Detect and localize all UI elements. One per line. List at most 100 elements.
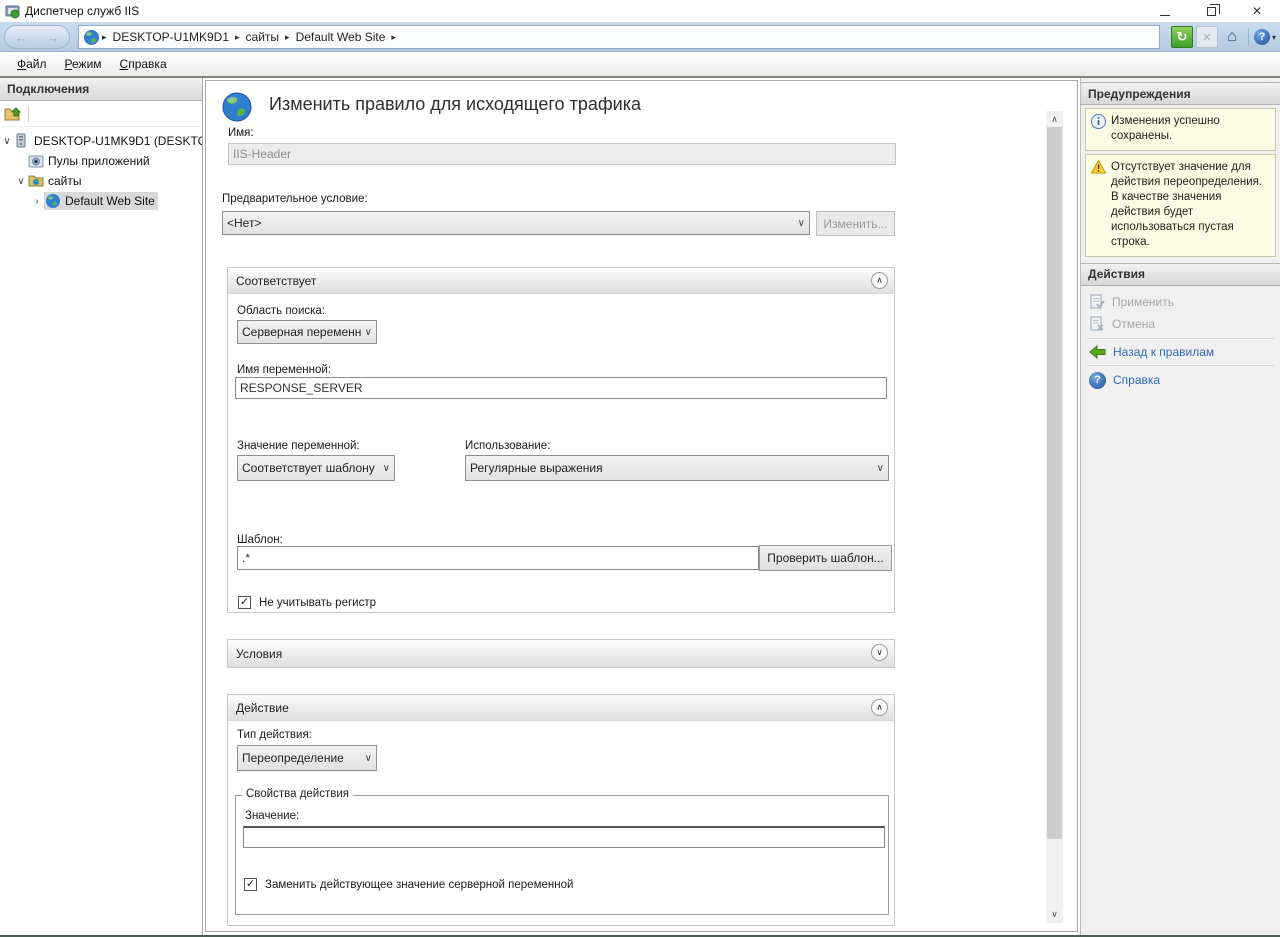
actions-list: Применить Отмена Назад к правилам ? Спра… bbox=[1081, 286, 1280, 392]
action-value-input[interactable] bbox=[243, 826, 885, 848]
main-scrollbar[interactable]: ∧ ∨ bbox=[1046, 111, 1063, 923]
selected-tree-item[interactable]: Default Web Site bbox=[44, 192, 158, 210]
collapse-section-icon[interactable]: ∧ bbox=[871, 699, 888, 716]
back-arrow-icon[interactable]: ← bbox=[15, 31, 28, 44]
scope-value: Серверная переменн bbox=[242, 325, 361, 339]
actions-panel: Предупреждения Изменения успешно сохране… bbox=[1080, 78, 1280, 935]
checkmark-icon: ✓ bbox=[240, 596, 249, 608]
collapse-section-icon[interactable]: ∧ bbox=[871, 272, 888, 289]
divider bbox=[1087, 338, 1274, 339]
connections-header: Подключения bbox=[0, 78, 202, 101]
menu-bar: Файл Режим Справка bbox=[0, 52, 1280, 78]
breadcrumb-server[interactable]: DESKTOP-U1MK9D1 bbox=[113, 30, 229, 44]
action-section-title: Действие bbox=[236, 701, 289, 715]
feature-page: Изменить правило для исходящего трафика … bbox=[205, 80, 1078, 932]
conditions-section-header[interactable]: Условия ∨ bbox=[228, 640, 894, 667]
using-value: Регулярные выражения bbox=[470, 461, 873, 475]
close-button[interactable]: ✕ bbox=[1234, 0, 1280, 22]
connections-toolbar bbox=[0, 101, 202, 127]
menu-file[interactable]: Файл bbox=[8, 54, 56, 74]
tree-item-label: Пулы приложений bbox=[48, 154, 150, 168]
tree-item-label: Default Web Site bbox=[65, 194, 155, 208]
chevron-expanded-icon[interactable]: ∨ bbox=[14, 176, 28, 187]
test-pattern-button[interactable]: Проверить шаблон... bbox=[759, 545, 892, 571]
toolbar-separator bbox=[1248, 28, 1249, 46]
edit-precondition-button: Изменить... bbox=[816, 211, 895, 236]
help-menu-button[interactable]: ? ▾ bbox=[1254, 29, 1276, 45]
home-button[interactable]: ⌂ bbox=[1221, 26, 1243, 48]
breadcrumb-sites[interactable]: сайты bbox=[246, 30, 280, 44]
pattern-input[interactable] bbox=[237, 546, 759, 570]
server-icon bbox=[14, 133, 30, 149]
cancel-action: Отмена bbox=[1081, 313, 1280, 335]
tree-item-default-web-site[interactable]: › Default Web Site bbox=[0, 191, 202, 211]
refresh-icon: ↻ bbox=[1177, 29, 1188, 45]
back-to-rules-action[interactable]: Назад к правилам bbox=[1081, 342, 1280, 362]
tree-item-label: DESKTOP-U1MK9D1 (DESKTOP bbox=[34, 134, 202, 148]
checkmark-icon: ✓ bbox=[246, 878, 255, 890]
connections-sidebar: Подключения ∨ DESKTOP-U1MK9D1 (DESKTOP bbox=[0, 78, 203, 935]
match-section-header[interactable]: Соответствует ∧ bbox=[228, 268, 894, 294]
chevron-collapsed-icon[interactable]: › bbox=[30, 196, 44, 207]
toolbar-buttons: ↻ ✕ ⌂ ? ▾ bbox=[1171, 25, 1276, 49]
conditions-section-title: Условия bbox=[236, 647, 282, 661]
precondition-select[interactable]: <Нет> ∨ bbox=[222, 211, 810, 235]
forward-arrow-icon[interactable]: → bbox=[47, 31, 60, 44]
minimize-button[interactable] bbox=[1142, 0, 1188, 22]
alerts-header-label: Предупреждения bbox=[1088, 87, 1191, 101]
navigation-toolbar: ← → ▸ DESKTOP-U1MK9D1 ▸ сайты ▸ Default … bbox=[0, 22, 1280, 52]
action-type-select[interactable]: Переопределение ∨ bbox=[237, 745, 377, 771]
nav-back-forward: ← → bbox=[4, 25, 70, 49]
menu-help[interactable]: Справка bbox=[111, 54, 176, 74]
tree-item-server[interactable]: ∨ DESKTOP-U1MK9D1 (DESKTOP bbox=[0, 131, 202, 151]
using-label: Использование: bbox=[465, 440, 550, 452]
restore-button[interactable] bbox=[1188, 0, 1234, 22]
tree-item-app-pools[interactable]: Пулы приложений bbox=[0, 151, 202, 171]
breadcrumb-arrow-icon: ▸ bbox=[285, 32, 290, 43]
home-icon: ⌂ bbox=[1227, 28, 1237, 46]
window-controls: ✕ bbox=[1142, 0, 1280, 22]
action-type-value: Переопределение bbox=[242, 751, 361, 765]
action-value-label: Значение: bbox=[245, 810, 299, 822]
using-select[interactable]: Регулярные выражения ∨ bbox=[465, 455, 889, 481]
action-section-header[interactable]: Действие ∧ bbox=[228, 695, 894, 721]
action-properties-group: Свойства действия Значение: ✓ Заменить д… bbox=[235, 795, 889, 915]
conditions-section: Условия ∨ bbox=[227, 639, 895, 668]
scroll-up-icon[interactable]: ∧ bbox=[1046, 111, 1063, 128]
chevron-expanded-icon[interactable]: ∨ bbox=[0, 136, 14, 147]
scroll-down-icon[interactable]: ∨ bbox=[1046, 906, 1063, 923]
warning-icon bbox=[1091, 160, 1106, 174]
scrollbar-thumb[interactable] bbox=[1047, 127, 1062, 839]
expand-section-icon[interactable]: ∨ bbox=[871, 644, 888, 661]
ignore-case-checkbox[interactable]: ✓ bbox=[238, 596, 251, 609]
variable-name-label: Имя переменной: bbox=[237, 364, 331, 376]
replace-value-checkbox[interactable]: ✓ bbox=[244, 878, 257, 891]
save-connection-icon[interactable] bbox=[4, 106, 22, 122]
breadcrumb-arrow-icon: ▸ bbox=[391, 32, 396, 43]
variable-value-value: Соответствует шаблону bbox=[242, 461, 379, 475]
scope-label: Область поиска: bbox=[237, 305, 325, 317]
address-bar[interactable]: ▸ DESKTOP-U1MK9D1 ▸ сайты ▸ Default Web … bbox=[78, 25, 1160, 49]
menu-view[interactable]: Режим bbox=[56, 54, 111, 74]
connections-tree: ∨ DESKTOP-U1MK9D1 (DESKTOP Пулы приложен… bbox=[0, 127, 202, 211]
warning-alert: Отсутствует значение для действия переоп… bbox=[1085, 154, 1276, 257]
warning-alert-text: Отсутствует значение для действия переоп… bbox=[1111, 160, 1271, 250]
apply-label: Применить bbox=[1112, 295, 1174, 309]
variable-name-input[interactable] bbox=[235, 377, 887, 399]
window-title: Диспетчер служб IIS bbox=[25, 4, 139, 18]
info-alert: Изменения успешно сохранены. bbox=[1085, 108, 1276, 151]
tree-item-sites[interactable]: ∨ сайты bbox=[0, 171, 202, 191]
variable-value-select[interactable]: Соответствует шаблону ∨ bbox=[237, 455, 395, 481]
stop-button: ✕ bbox=[1196, 26, 1218, 48]
scope-select[interactable]: Серверная переменн ∨ bbox=[237, 320, 377, 344]
precondition-value: <Нет> bbox=[227, 216, 794, 230]
help-icon: ? bbox=[1089, 372, 1106, 389]
close-icon: ✕ bbox=[1252, 4, 1262, 18]
site-globe-icon bbox=[45, 193, 61, 209]
refresh-button[interactable]: ↻ bbox=[1171, 26, 1193, 48]
help-action[interactable]: ? Справка bbox=[1081, 369, 1280, 392]
breadcrumb-default-web-site[interactable]: Default Web Site bbox=[296, 30, 386, 44]
iis-app-icon bbox=[5, 4, 20, 19]
apply-action: Применить bbox=[1081, 291, 1280, 313]
action-section: Действие ∧ Тип действия: Переопределение… bbox=[227, 694, 895, 926]
